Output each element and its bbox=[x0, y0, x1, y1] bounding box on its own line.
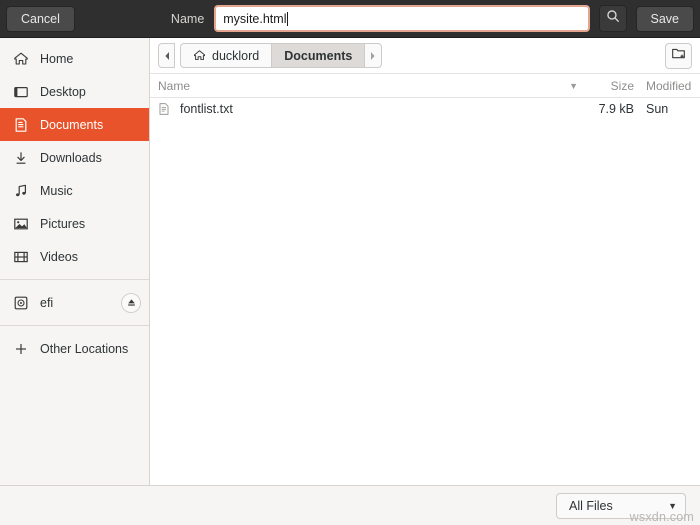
image-icon bbox=[12, 215, 30, 233]
file-size-cell: 7.9 kB bbox=[598, 102, 634, 116]
cancel-button[interactable]: Cancel bbox=[6, 5, 75, 32]
sidebar-item-label: Pictures bbox=[40, 216, 86, 231]
sidebar-item-home[interactable]: Home bbox=[0, 42, 149, 75]
home-icon bbox=[193, 49, 206, 62]
chevron-right-icon bbox=[371, 51, 375, 60]
desktop-icon bbox=[12, 83, 30, 101]
breadcrumb-ducklord[interactable]: ducklord bbox=[180, 43, 273, 68]
save-button[interactable]: Save bbox=[635, 5, 694, 32]
breadcrumb-label: ducklord bbox=[212, 48, 260, 63]
document-icon bbox=[12, 116, 30, 134]
search-icon bbox=[606, 9, 620, 28]
file-list[interactable]: fontlist.txt 7.9 kB Sun bbox=[150, 98, 700, 485]
sidebar-item-label: Home bbox=[40, 51, 74, 66]
search-button[interactable] bbox=[598, 5, 627, 32]
sidebar-item-other-locations[interactable]: Other Locations bbox=[0, 332, 149, 365]
column-header-modified[interactable]: Modified bbox=[634, 79, 700, 93]
sidebar-item-label: Videos bbox=[40, 249, 78, 264]
film-icon bbox=[12, 248, 30, 266]
header-bar: Cancel Name mysite.html Save bbox=[0, 0, 700, 38]
places-sidebar: Home Desktop Documents Downloads Music P… bbox=[0, 38, 150, 485]
home-icon bbox=[12, 50, 30, 68]
column-header-name-label: Name bbox=[158, 78, 191, 93]
new-folder-button[interactable] bbox=[665, 42, 692, 69]
sidebar-item-pictures[interactable]: Pictures bbox=[0, 207, 149, 240]
sidebar-divider-2 bbox=[0, 325, 149, 326]
new-folder-icon bbox=[671, 46, 686, 66]
dialog-footer: All Files ▼ wsxdn.com bbox=[0, 485, 700, 525]
text-caret bbox=[287, 11, 289, 26]
sidebar-item-label: Other Locations bbox=[40, 341, 129, 356]
sidebar-item-label: efi bbox=[40, 295, 54, 310]
column-header-size[interactable]: Size bbox=[586, 79, 634, 93]
sidebar-item-efi[interactable]: efi bbox=[0, 286, 149, 319]
breadcrumb-label: Documents bbox=[284, 48, 353, 63]
file-list-header: Name ▼ Size Modified bbox=[150, 74, 700, 98]
watermark: wsxdn.com bbox=[629, 510, 694, 524]
eject-icon[interactable] bbox=[121, 292, 141, 313]
file-name-cell: fontlist.txt bbox=[156, 101, 586, 117]
sidebar-item-label: Downloads bbox=[40, 150, 102, 165]
file-save-dialog: Cancel Name mysite.html Save Home Deskto… bbox=[0, 0, 700, 525]
sidebar-item-desktop[interactable]: Desktop bbox=[0, 75, 149, 108]
text-file-icon bbox=[156, 101, 172, 117]
filename-input-value: mysite.html bbox=[223, 11, 287, 26]
chevron-left-icon bbox=[164, 51, 169, 60]
music-note-icon bbox=[12, 182, 30, 200]
sidebar-item-music[interactable]: Music bbox=[0, 174, 149, 207]
download-icon bbox=[12, 149, 30, 167]
sort-descending-icon: ▼ bbox=[569, 80, 578, 91]
sidebar-item-videos[interactable]: Videos bbox=[0, 240, 149, 273]
file-modified-cell: Sun bbox=[646, 102, 669, 116]
sidebar-item-label: Documents bbox=[40, 117, 104, 132]
back-button[interactable] bbox=[158, 43, 175, 68]
disk-icon bbox=[12, 294, 30, 312]
name-field-label: Name bbox=[170, 11, 205, 26]
column-header-name[interactable]: Name ▼ bbox=[156, 79, 586, 93]
sidebar-item-documents[interactable]: Documents bbox=[0, 108, 149, 141]
sidebar-item-label: Music bbox=[40, 183, 73, 198]
dialog-body: Home Desktop Documents Downloads Music P… bbox=[0, 38, 700, 485]
file-browser-pane: ducklord Documents Name ▼ Size Modified … bbox=[150, 38, 700, 485]
breadcrumb-documents[interactable]: Documents bbox=[272, 43, 366, 68]
breadcrumb-bar: ducklord Documents bbox=[150, 38, 700, 74]
forward-button[interactable] bbox=[365, 43, 383, 68]
file-name-label: fontlist.txt bbox=[180, 102, 233, 116]
plus-icon bbox=[12, 340, 30, 358]
sidebar-divider bbox=[0, 279, 149, 280]
table-row[interactable]: fontlist.txt 7.9 kB Sun bbox=[150, 98, 700, 120]
chevron-down-icon: ▼ bbox=[668, 500, 677, 511]
sidebar-item-label: Desktop bbox=[40, 84, 86, 99]
sidebar-item-downloads[interactable]: Downloads bbox=[0, 141, 149, 174]
filename-input[interactable]: mysite.html bbox=[214, 5, 590, 32]
